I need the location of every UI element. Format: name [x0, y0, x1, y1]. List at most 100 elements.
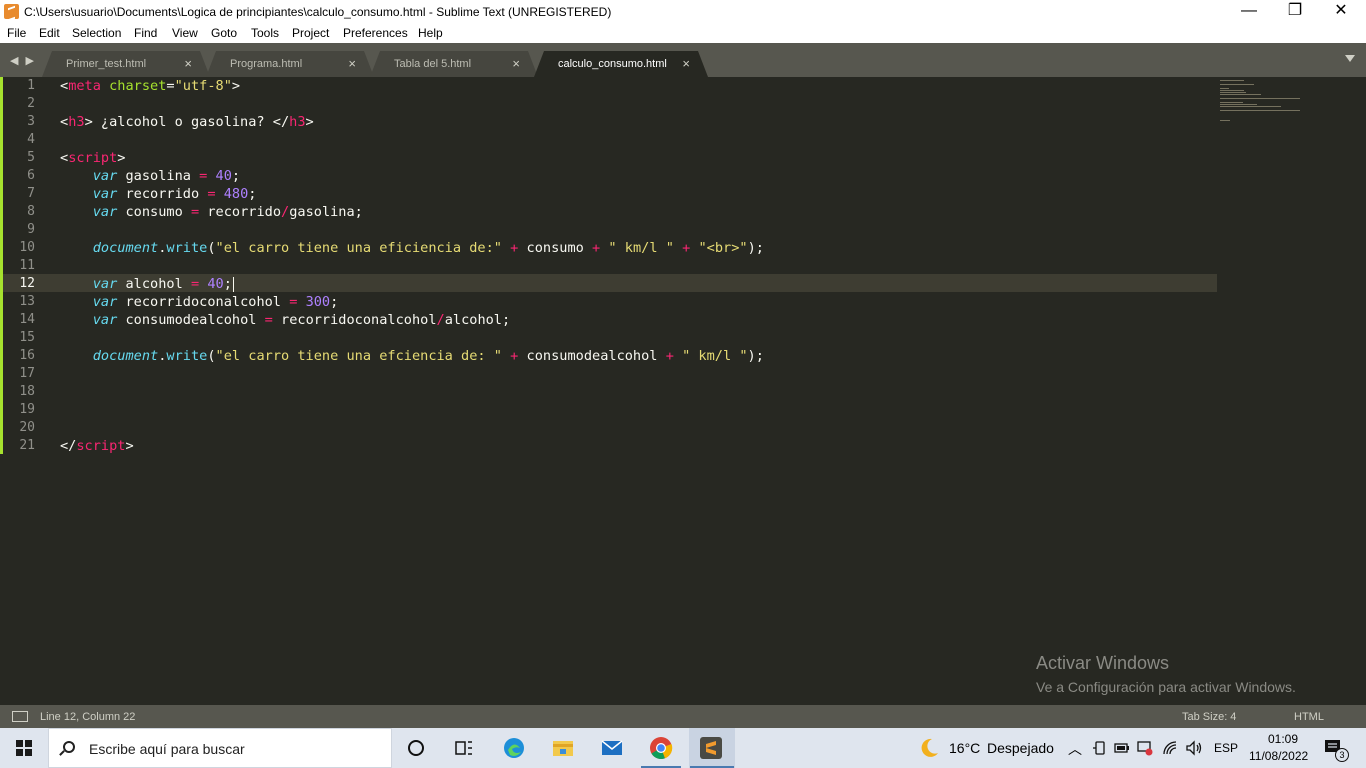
panel-toggle-icon[interactable] — [12, 711, 28, 722]
minimap-line — [1220, 80, 1245, 81]
tab-list-dropdown-icon[interactable] — [1345, 55, 1355, 62]
menu-help[interactable]: Help — [418, 26, 443, 40]
editor-area[interactable]: 1 2 3 4 5 6 7 8 9 10 11 12 13 14 15 16 17 18 19 20 21 <meta … — [0, 77, 1366, 705]
code-token: "el carro tiene una efciencia de: " — [215, 348, 502, 364]
menu-preferences[interactable]: Preferences — [343, 26, 408, 40]
code-token: document — [92, 348, 159, 364]
tab-programa[interactable]: Programa.html × — [206, 51, 374, 77]
code-line[interactable]: var alcohol = 40; — [60, 275, 234, 293]
chevron-up-icon[interactable]: ︿ — [1068, 739, 1082, 759]
cortana-icon[interactable] — [404, 736, 428, 760]
menu-selection[interactable]: Selection — [72, 26, 121, 40]
line-number: 13 — [19, 294, 35, 309]
tab-close-icon[interactable]: × — [512, 56, 520, 71]
tab-tabla-del-5[interactable]: Tabla del 5.html × — [370, 51, 538, 77]
tab-size-indicator[interactable]: Tab Size: 4 — [1182, 711, 1236, 723]
code-line[interactable]: <meta charset="utf-8"> — [60, 77, 240, 95]
watermark-subtitle: Ve a Configuración para activar Windows. — [1036, 679, 1296, 695]
minimap-line — [1220, 110, 1300, 111]
minimap[interactable] — [1218, 77, 1353, 705]
search-placeholder: Escribe aquí para buscar — [89, 741, 245, 757]
minimap-line — [1220, 94, 1261, 95]
code-token: meta — [68, 78, 101, 94]
moon-weather-icon[interactable] — [918, 737, 940, 759]
mail-icon[interactable] — [600, 736, 624, 760]
code-token: script — [68, 150, 118, 166]
minimize-button[interactable]: — — [1226, 0, 1272, 23]
tab-close-icon[interactable]: × — [184, 56, 192, 71]
code-line[interactable]: <script> — [60, 149, 125, 167]
code-line[interactable]: document.write("el carro tiene una efici… — [60, 239, 764, 257]
code-token: h3 — [289, 114, 306, 130]
menu-project[interactable]: Project — [292, 26, 329, 40]
menu-edit[interactable]: Edit — [39, 26, 60, 40]
task-view-icon[interactable] — [452, 736, 476, 760]
code-line[interactable]: <h3> ¿alcohol o gasolina? </h3> — [60, 113, 314, 131]
code-token: = — [190, 204, 200, 220]
vertical-scrollbar[interactable] — [1353, 77, 1366, 705]
weather-temperature[interactable]: 16°C — [949, 740, 980, 756]
network-warning-icon[interactable] — [1137, 740, 1153, 756]
line-number: 5 — [27, 150, 35, 165]
volume-icon[interactable] — [1185, 740, 1203, 756]
menu-view[interactable]: View — [172, 26, 198, 40]
code-token: ( — [207, 240, 216, 256]
code-line[interactable]: var consumodealcohol = recorridoconalcoh… — [60, 311, 510, 329]
menu-bar: File Edit Selection Find View Goto Tools… — [0, 23, 1366, 43]
tab-calculo-consumo[interactable]: calculo_consumo.html × — [534, 51, 708, 77]
menu-file[interactable]: File — [7, 26, 26, 40]
code-line[interactable]: var recorrido = 480; — [60, 185, 257, 203]
line-number: 4 — [27, 132, 35, 147]
code-token: gasolina — [117, 168, 200, 184]
tab-close-icon[interactable]: × — [682, 56, 690, 71]
code-line[interactable]: var consumo = recorrido/gasolina; — [60, 203, 363, 221]
input-language[interactable]: ESP — [1214, 741, 1238, 755]
code-token: document — [92, 240, 159, 256]
line-number: 12 — [19, 276, 35, 291]
tab-close-icon[interactable]: × — [348, 56, 356, 71]
clock-date[interactable]: 11/08/2022 — [1249, 749, 1308, 763]
code-token: / — [281, 204, 290, 220]
code-token: recorrido — [117, 186, 208, 202]
code-token: "utf-8" — [174, 78, 232, 94]
code-line[interactable]: var gasolina = 40; — [60, 167, 240, 185]
code-line[interactable]: var recorridoconalcohol = 300; — [60, 293, 339, 311]
clock-time[interactable]: 01:09 — [1263, 732, 1303, 746]
code-token: < — [60, 114, 69, 130]
weather-description[interactable]: Despejado — [987, 740, 1054, 756]
edge-icon[interactable] — [502, 736, 526, 760]
file-explorer-icon[interactable] — [551, 736, 575, 760]
minimap-line — [1220, 88, 1229, 89]
code-token: = — [166, 78, 175, 94]
close-button[interactable]: ✕ — [1318, 0, 1364, 23]
menu-tools[interactable]: Tools — [251, 26, 279, 40]
wifi-icon[interactable] — [1162, 740, 1178, 756]
maximize-button[interactable]: ❐ — [1272, 0, 1318, 23]
chrome-icon[interactable] — [649, 736, 673, 760]
syntax-indicator[interactable]: HTML — [1294, 711, 1324, 723]
code-line[interactable]: </script> — [60, 437, 134, 455]
tab-nav-arrows-icon[interactable]: ◀ ▶ — [10, 54, 36, 67]
code-line[interactable]: document.write("el carro tiene una efcie… — [60, 347, 764, 365]
battery-icon[interactable] — [1114, 741, 1130, 755]
code-token: ( — [207, 348, 216, 364]
menu-find[interactable]: Find — [134, 26, 157, 40]
device-icon[interactable] — [1093, 741, 1107, 755]
code-token: " km/l " — [682, 348, 748, 364]
code-token: var — [92, 186, 118, 202]
line-number: 3 — [27, 114, 35, 129]
line-number: 7 — [27, 186, 35, 201]
code-token: = — [207, 186, 216, 202]
code-token: > — [305, 114, 314, 130]
taskbar-search-box[interactable]: Escribe aquí para buscar — [48, 728, 392, 768]
tab-primer-test[interactable]: Primer_test.html × — [42, 51, 210, 77]
code-token: = — [264, 312, 273, 328]
sublime-text-taskbar-icon[interactable] — [699, 736, 723, 760]
code-token: ; — [248, 186, 257, 202]
menu-goto[interactable]: Goto — [211, 26, 237, 40]
windows-start-icon[interactable] — [16, 740, 32, 756]
